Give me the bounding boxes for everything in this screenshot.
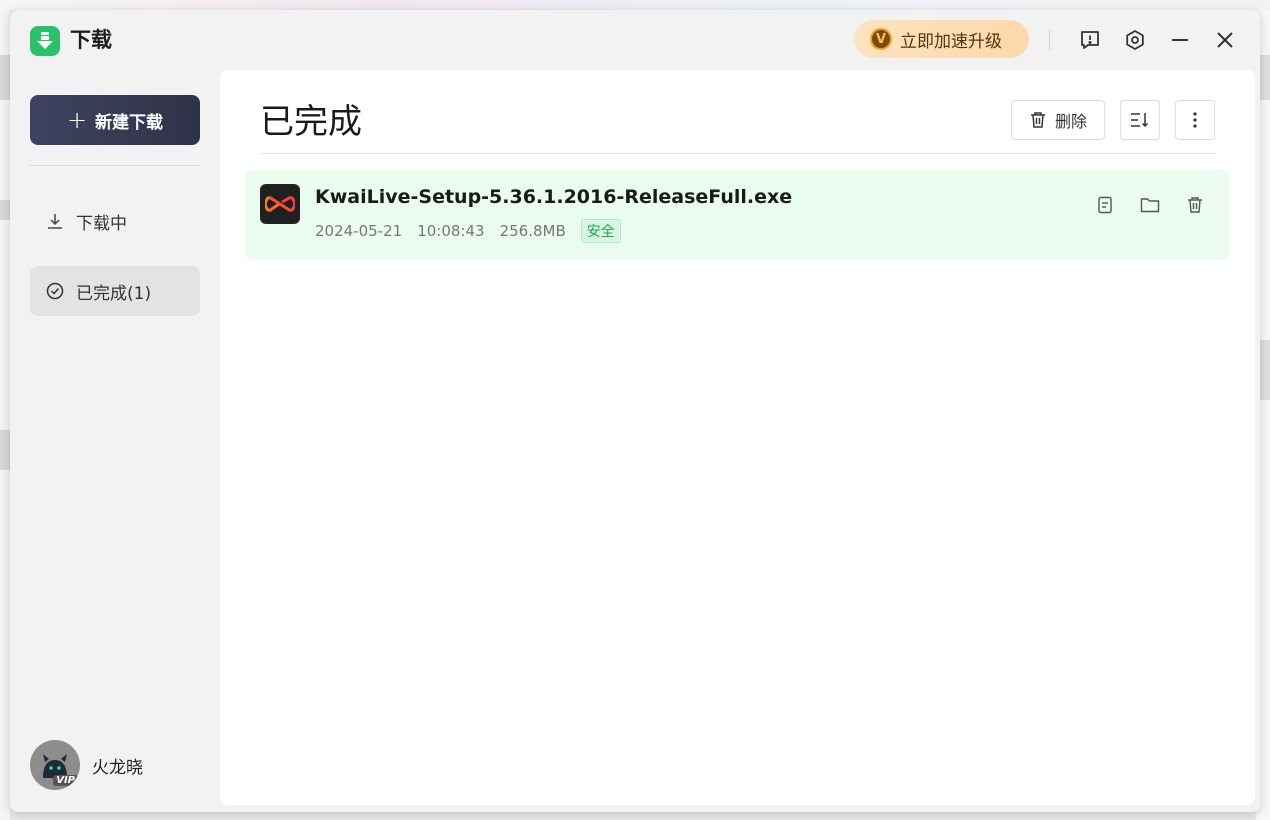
settings-icon[interactable]	[1122, 27, 1148, 53]
kwai-app-icon	[260, 184, 300, 224]
desktop-background-top	[0, 0, 1270, 10]
main-content: 已完成 删除 KwaiLive-Setup-5.36.1.2016-Releas…	[220, 70, 1255, 805]
sidebar-item-label: 下载中	[76, 213, 127, 234]
upgrade-button[interactable]: V 立即加速升级	[854, 20, 1029, 58]
download-row[interactable]: KwaiLive-Setup-5.36.1.2016-ReleaseFull.e…	[245, 170, 1230, 260]
header-divider	[260, 153, 1215, 154]
vip-v-icon: V	[870, 28, 892, 50]
file-name: KwaiLive-Setup-5.36.1.2016-ReleaseFull.e…	[315, 186, 793, 208]
upgrade-label: 立即加速升级	[900, 31, 1002, 52]
sidebar-item-downloading[interactable]: 下载中	[30, 196, 200, 246]
more-vertical-icon	[1192, 111, 1198, 129]
close-icon[interactable]	[1212, 27, 1238, 53]
sidebar-item-completed[interactable]: 已完成(1)	[30, 266, 200, 316]
more-options-button[interactable]	[1175, 100, 1215, 140]
minimize-icon[interactable]	[1167, 27, 1193, 53]
file-meta: 2024-05-21 10:08:43 256.8MB 安全	[315, 219, 621, 243]
new-download-label: 新建下载	[95, 112, 164, 133]
trash-icon	[1029, 111, 1047, 129]
sidebar-item-label: 已完成(1)	[76, 283, 152, 304]
sort-icon	[1130, 111, 1150, 129]
sort-button[interactable]	[1120, 100, 1160, 140]
vip-badge: VIP	[53, 775, 78, 786]
sidebar-divider	[30, 165, 200, 166]
check-circle-icon	[46, 282, 64, 300]
desktop-background-left	[0, 10, 10, 820]
title-bar: 下载 V 立即加速升级	[10, 10, 1260, 70]
new-download-button[interactable]: + 新建下载	[30, 95, 200, 145]
download-icon	[46, 212, 64, 230]
file-size: 256.8MB	[499, 222, 566, 240]
titlebar-divider	[1049, 30, 1050, 50]
open-file-icon[interactable]	[1092, 192, 1118, 218]
file-date: 2024-05-21	[315, 222, 403, 240]
delete-button[interactable]: 删除	[1011, 100, 1105, 140]
delete-label: 删除	[1054, 112, 1087, 131]
sidebar: + 新建下载 下载中 已完成(1) VIP 火龙晓	[10, 70, 220, 812]
folder-icon[interactable]	[1137, 192, 1163, 218]
status-badge: 安全	[580, 219, 621, 243]
download-manager-window: 下载 V 立即加速升级 + 新建下载 下载中 已完成(1) VIP 火龙晓 已完…	[10, 10, 1260, 812]
app-logo-icon	[30, 26, 60, 56]
trash-icon[interactable]	[1182, 192, 1208, 218]
file-time: 10:08:43	[417, 222, 485, 240]
page-title: 已完成	[260, 102, 362, 142]
plus-icon: +	[66, 106, 88, 134]
app-title: 下载	[70, 28, 112, 52]
username: 火龙晓	[92, 757, 143, 778]
avatar[interactable]: VIP	[30, 740, 80, 790]
user-profile[interactable]: VIP 火龙晓	[30, 740, 143, 790]
feedback-icon[interactable]	[1077, 27, 1103, 53]
